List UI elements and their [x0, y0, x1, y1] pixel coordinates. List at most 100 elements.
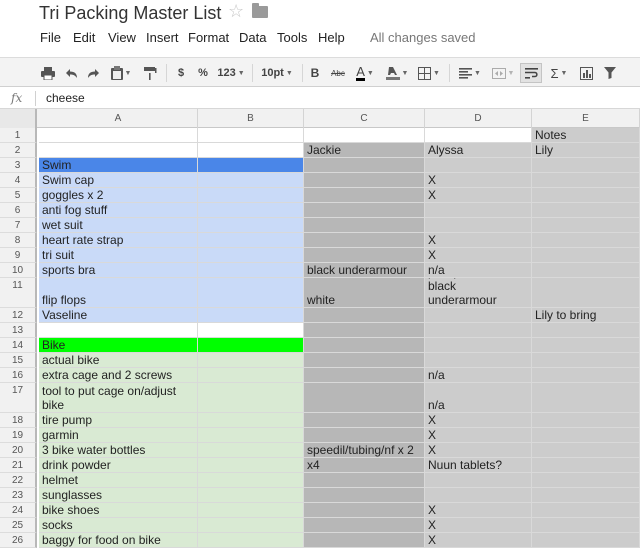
menu-insert[interactable]: Insert [146, 30, 179, 45]
cell-a[interactable]: anti fog stuff [39, 203, 198, 218]
cell-e[interactable] [532, 428, 640, 443]
cell-a[interactable]: actual bike [39, 353, 198, 368]
cell-b[interactable] [198, 428, 304, 443]
cell-c[interactable] [304, 173, 425, 188]
cell-e[interactable]: Lily to bring [532, 308, 640, 323]
cell-a[interactable]: baggy for food on bike [39, 533, 198, 548]
cell-e[interactable] [532, 188, 640, 203]
cell-e[interactable] [532, 473, 640, 488]
row-header[interactable]: 14 [0, 338, 37, 353]
cell-c[interactable] [304, 308, 425, 323]
cell-b[interactable] [198, 233, 304, 248]
star-icon[interactable]: ☆ [228, 1, 244, 22]
percent-button[interactable]: % [196, 63, 210, 83]
menu-data[interactable]: Data [239, 30, 266, 45]
cell-c[interactable] [304, 353, 425, 368]
cell-a[interactable]: sports bra [39, 263, 198, 278]
cell-a[interactable]: tri suit [39, 248, 198, 263]
row-header[interactable]: 13 [0, 323, 37, 338]
menu-format[interactable]: Format [188, 30, 229, 45]
cell-e[interactable] [532, 323, 640, 338]
cell-c[interactable] [304, 503, 425, 518]
cell-c[interactable] [304, 158, 425, 173]
merge-cells-button[interactable]: ▼ [488, 63, 518, 83]
functions-button[interactable]: Σ ▼ [547, 63, 571, 83]
cell-a[interactable]: 3 bike water bottles [39, 443, 198, 458]
bold-button[interactable]: B [308, 63, 322, 83]
cell-b[interactable] [198, 173, 304, 188]
cell-a[interactable]: helmet [39, 473, 198, 488]
row-header[interactable]: 25 [0, 518, 37, 533]
row-header[interactable]: 15 [0, 353, 37, 368]
redo-button[interactable] [84, 63, 104, 83]
cell-b[interactable] [198, 338, 304, 353]
cell-b[interactable] [198, 248, 304, 263]
cell-d[interactable]: X [425, 413, 532, 428]
row-header[interactable]: 16 [0, 368, 37, 383]
cell-c[interactable] [304, 323, 425, 338]
cell-d[interactable] [425, 158, 532, 173]
align-button[interactable]: ▼ [455, 63, 485, 83]
cell-c[interactable]: black underarmour [304, 263, 425, 278]
cell-e[interactable] [532, 443, 640, 458]
cell-d[interactable] [425, 488, 532, 503]
cell-d[interactable]: n/a [425, 368, 532, 383]
cell-c[interactable]: Jackie [304, 143, 425, 158]
cell-c[interactable] [304, 128, 425, 143]
cell-b[interactable] [198, 353, 304, 368]
cell-e[interactable] [532, 368, 640, 383]
cell-a[interactable]: Vaseline [39, 308, 198, 323]
cell-d[interactable]: X [425, 428, 532, 443]
cell-b[interactable] [198, 188, 304, 203]
cell-b[interactable] [198, 278, 304, 308]
cell-d[interactable]: X [425, 248, 532, 263]
cell-b[interactable] [198, 128, 304, 143]
cell-e[interactable] [532, 353, 640, 368]
cell-d[interactable]: X [425, 173, 532, 188]
print-button[interactable] [38, 63, 58, 83]
cell-d[interactable]: X [425, 533, 532, 548]
cell-e[interactable] [532, 503, 640, 518]
cell-d[interactable] [425, 128, 532, 143]
currency-button[interactable]: $ [174, 63, 188, 83]
cell-b[interactable] [198, 308, 304, 323]
cell-d[interactable]: pink plastic and black underarmour [425, 278, 532, 308]
cell-d[interactable] [425, 353, 532, 368]
cell-d[interactable] [425, 218, 532, 233]
cell-e[interactable]: Lily [532, 143, 640, 158]
cell-e[interactable] [532, 518, 640, 533]
cell-c[interactable] [304, 233, 425, 248]
cell-b[interactable] [198, 413, 304, 428]
cell-b[interactable] [198, 203, 304, 218]
cell-c[interactable] [304, 203, 425, 218]
fill-color-button[interactable]: ▼ [382, 63, 412, 83]
cell-c[interactable] [304, 413, 425, 428]
cell-c[interactable] [304, 218, 425, 233]
cell-a[interactable]: bike shoes [39, 503, 198, 518]
cell-e[interactable] [532, 173, 640, 188]
cell-c[interactable] [304, 533, 425, 548]
text-color-button[interactable]: A ▼ [350, 63, 380, 83]
cell-b[interactable] [198, 458, 304, 473]
cell-e[interactable] [532, 488, 640, 503]
cell-c[interactable] [304, 488, 425, 503]
row-header[interactable]: 6 [0, 203, 37, 218]
cell-a[interactable]: wet suit [39, 218, 198, 233]
row-header[interactable]: 1 [0, 128, 37, 143]
cell-c[interactable] [304, 368, 425, 383]
cell-d[interactable] [425, 473, 532, 488]
cell-d[interactable]: X [425, 233, 532, 248]
row-header[interactable]: 18 [0, 413, 37, 428]
cell-a[interactable]: extra cage and 2 screws [39, 368, 198, 383]
document-title[interactable]: Tri Packing Master List [39, 3, 221, 24]
borders-button[interactable]: ▼ [414, 63, 444, 83]
cell-e[interactable] [532, 218, 640, 233]
menu-help[interactable]: Help [318, 30, 345, 45]
cell-b[interactable] [198, 323, 304, 338]
cell-a[interactable]: Swim [39, 158, 198, 173]
row-header[interactable]: 19 [0, 428, 37, 443]
row-header[interactable]: 17 [0, 383, 37, 413]
cell-b[interactable] [198, 263, 304, 278]
cell-a[interactable]: Swim cap [39, 173, 198, 188]
cell-e[interactable] [532, 338, 640, 353]
